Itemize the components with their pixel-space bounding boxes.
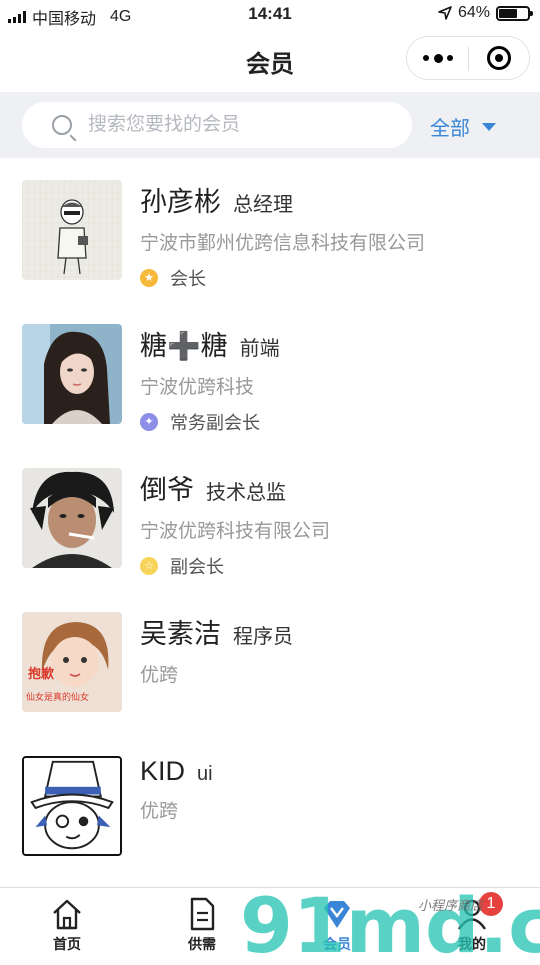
member-name-row: 孙彦彬 总经理 — [140, 180, 425, 219]
member-name: 吴素洁 — [140, 619, 221, 649]
star-icon: ★ — [140, 269, 158, 287]
avatar — [22, 324, 122, 424]
avatar-caption: 抱歉 — [28, 666, 54, 682]
avatar: 抱歉 仙女是真的仙女 — [22, 612, 122, 712]
member-item[interactable]: 倒爷 技术总监 宁波优跨科技有限公司 ☆ 副会长 — [0, 468, 540, 612]
status-right: 64% — [438, 4, 533, 22]
tab-label: 供需 — [188, 936, 216, 952]
filter-label: 全部 — [430, 118, 470, 140]
member-title: 技术总监 — [206, 482, 286, 504]
avatar — [22, 756, 122, 856]
navigation-bar: 会员 — [0, 30, 540, 92]
member-company: 宁波优跨科技有限公司 — [140, 521, 331, 542]
member-name: KID — [140, 756, 186, 786]
avatar-cartoon-image — [24, 758, 120, 854]
tab-supply-demand[interactable]: 供需 — [152, 896, 252, 954]
capsule-divider — [468, 47, 469, 71]
member-name: 孙彦彬 — [140, 187, 221, 217]
tab-label: 会员 — [323, 936, 351, 952]
member-icon — [320, 896, 354, 932]
home-icon — [50, 896, 84, 932]
member-company: 宁波市鄞州优跨信息科技有限公司 — [140, 233, 426, 254]
battery-percent: 64% — [457, 4, 490, 21]
member-company: 优跨 — [140, 665, 179, 686]
member-info: 吴素洁 程序员 优跨 — [140, 612, 293, 687]
member-badge-label: 副会长 — [170, 557, 224, 577]
member-name: 倒爷 — [140, 475, 194, 505]
avatar-photo-image — [22, 468, 122, 568]
miniprogram-capsule — [406, 36, 530, 80]
member-name-row: 倒爷 技术总监 — [140, 468, 330, 507]
close-target-icon[interactable] — [487, 46, 511, 70]
member-company: 优跨 — [140, 801, 179, 822]
tab-home[interactable]: 首页 — [17, 896, 117, 954]
member-badge-label: 常务副会长 — [170, 413, 260, 433]
avatar-photo-image — [22, 324, 122, 424]
star-icon: ✦ — [140, 413, 158, 431]
avatar-caption: 仙女是真的仙女 — [26, 691, 89, 703]
member-badge-label: 会长 — [170, 269, 206, 289]
member-info: 倒爷 技术总监 宁波优跨科技有限公司 ☆ 副会长 — [140, 468, 330, 579]
tab-label: 首页 — [53, 936, 81, 952]
search-bar: 全部 — [0, 92, 540, 158]
member-title: 前端 — [239, 338, 280, 360]
document-icon — [185, 896, 219, 932]
member-item[interactable]: KID ui 优跨 — [0, 756, 540, 900]
member-name: 糖➕糖 — [140, 331, 228, 361]
member-title: ui — [197, 763, 213, 785]
member-badge: ★ 会长 — [140, 265, 425, 291]
search-icon — [52, 115, 72, 135]
tab-mine[interactable]: 1 我的 — [422, 892, 522, 954]
star-icon: ☆ — [140, 557, 158, 575]
member-company: 宁波优跨科技 — [140, 377, 255, 398]
member-title: 总经理 — [233, 194, 293, 216]
member-item[interactable]: 糖➕糖 前端 宁波优跨科技 ✦ 常务副会长 — [0, 324, 540, 468]
user-icon: 1 — [455, 892, 503, 932]
avatar — [22, 468, 122, 568]
member-info: KID ui 优跨 — [140, 756, 213, 823]
member-badge: ☆ 副会长 — [140, 553, 330, 579]
status-bar: 中国移动 4G 14:41 64% — [0, 0, 540, 30]
member-name-row: 吴素洁 程序员 — [140, 612, 293, 651]
member-name-row: 糖➕糖 前端 — [140, 324, 280, 363]
caret-down-icon — [482, 122, 496, 131]
member-name-row: KID ui — [140, 756, 213, 787]
member-info: 孙彦彬 总经理 宁波市鄞州优跨信息科技有限公司 ★ 会长 — [140, 180, 425, 291]
member-badge: ✦ 常务副会长 — [140, 409, 280, 435]
search-input[interactable] — [86, 113, 390, 137]
battery-icon — [496, 5, 533, 21]
member-item[interactable]: 抱歉 仙女是真的仙女 吴素洁 程序员 优跨 — [0, 612, 540, 756]
filter-dropdown[interactable]: 全部 — [430, 112, 496, 141]
bottom-tab-bar: 首页 供需 会员 1 我的 — [0, 887, 540, 960]
member-info: 糖➕糖 前端 宁波优跨科技 ✦ 常务副会长 — [140, 324, 280, 435]
tab-members[interactable]: 会员 — [287, 896, 387, 954]
notification-badge: 1 — [479, 892, 503, 916]
tab-label: 我的 — [458, 936, 486, 952]
location-arrow-icon — [438, 6, 452, 20]
avatar-meme-image: 抱歉 仙女是真的仙女 — [22, 612, 122, 712]
member-item[interactable]: 孙彦彬 总经理 宁波市鄞州优跨信息科技有限公司 ★ 会长 — [0, 180, 540, 324]
avatar-sketch-image — [22, 180, 122, 280]
search-box[interactable] — [22, 102, 412, 148]
member-title: 程序员 — [233, 626, 293, 648]
avatar — [22, 180, 122, 280]
more-icon[interactable] — [423, 50, 453, 66]
